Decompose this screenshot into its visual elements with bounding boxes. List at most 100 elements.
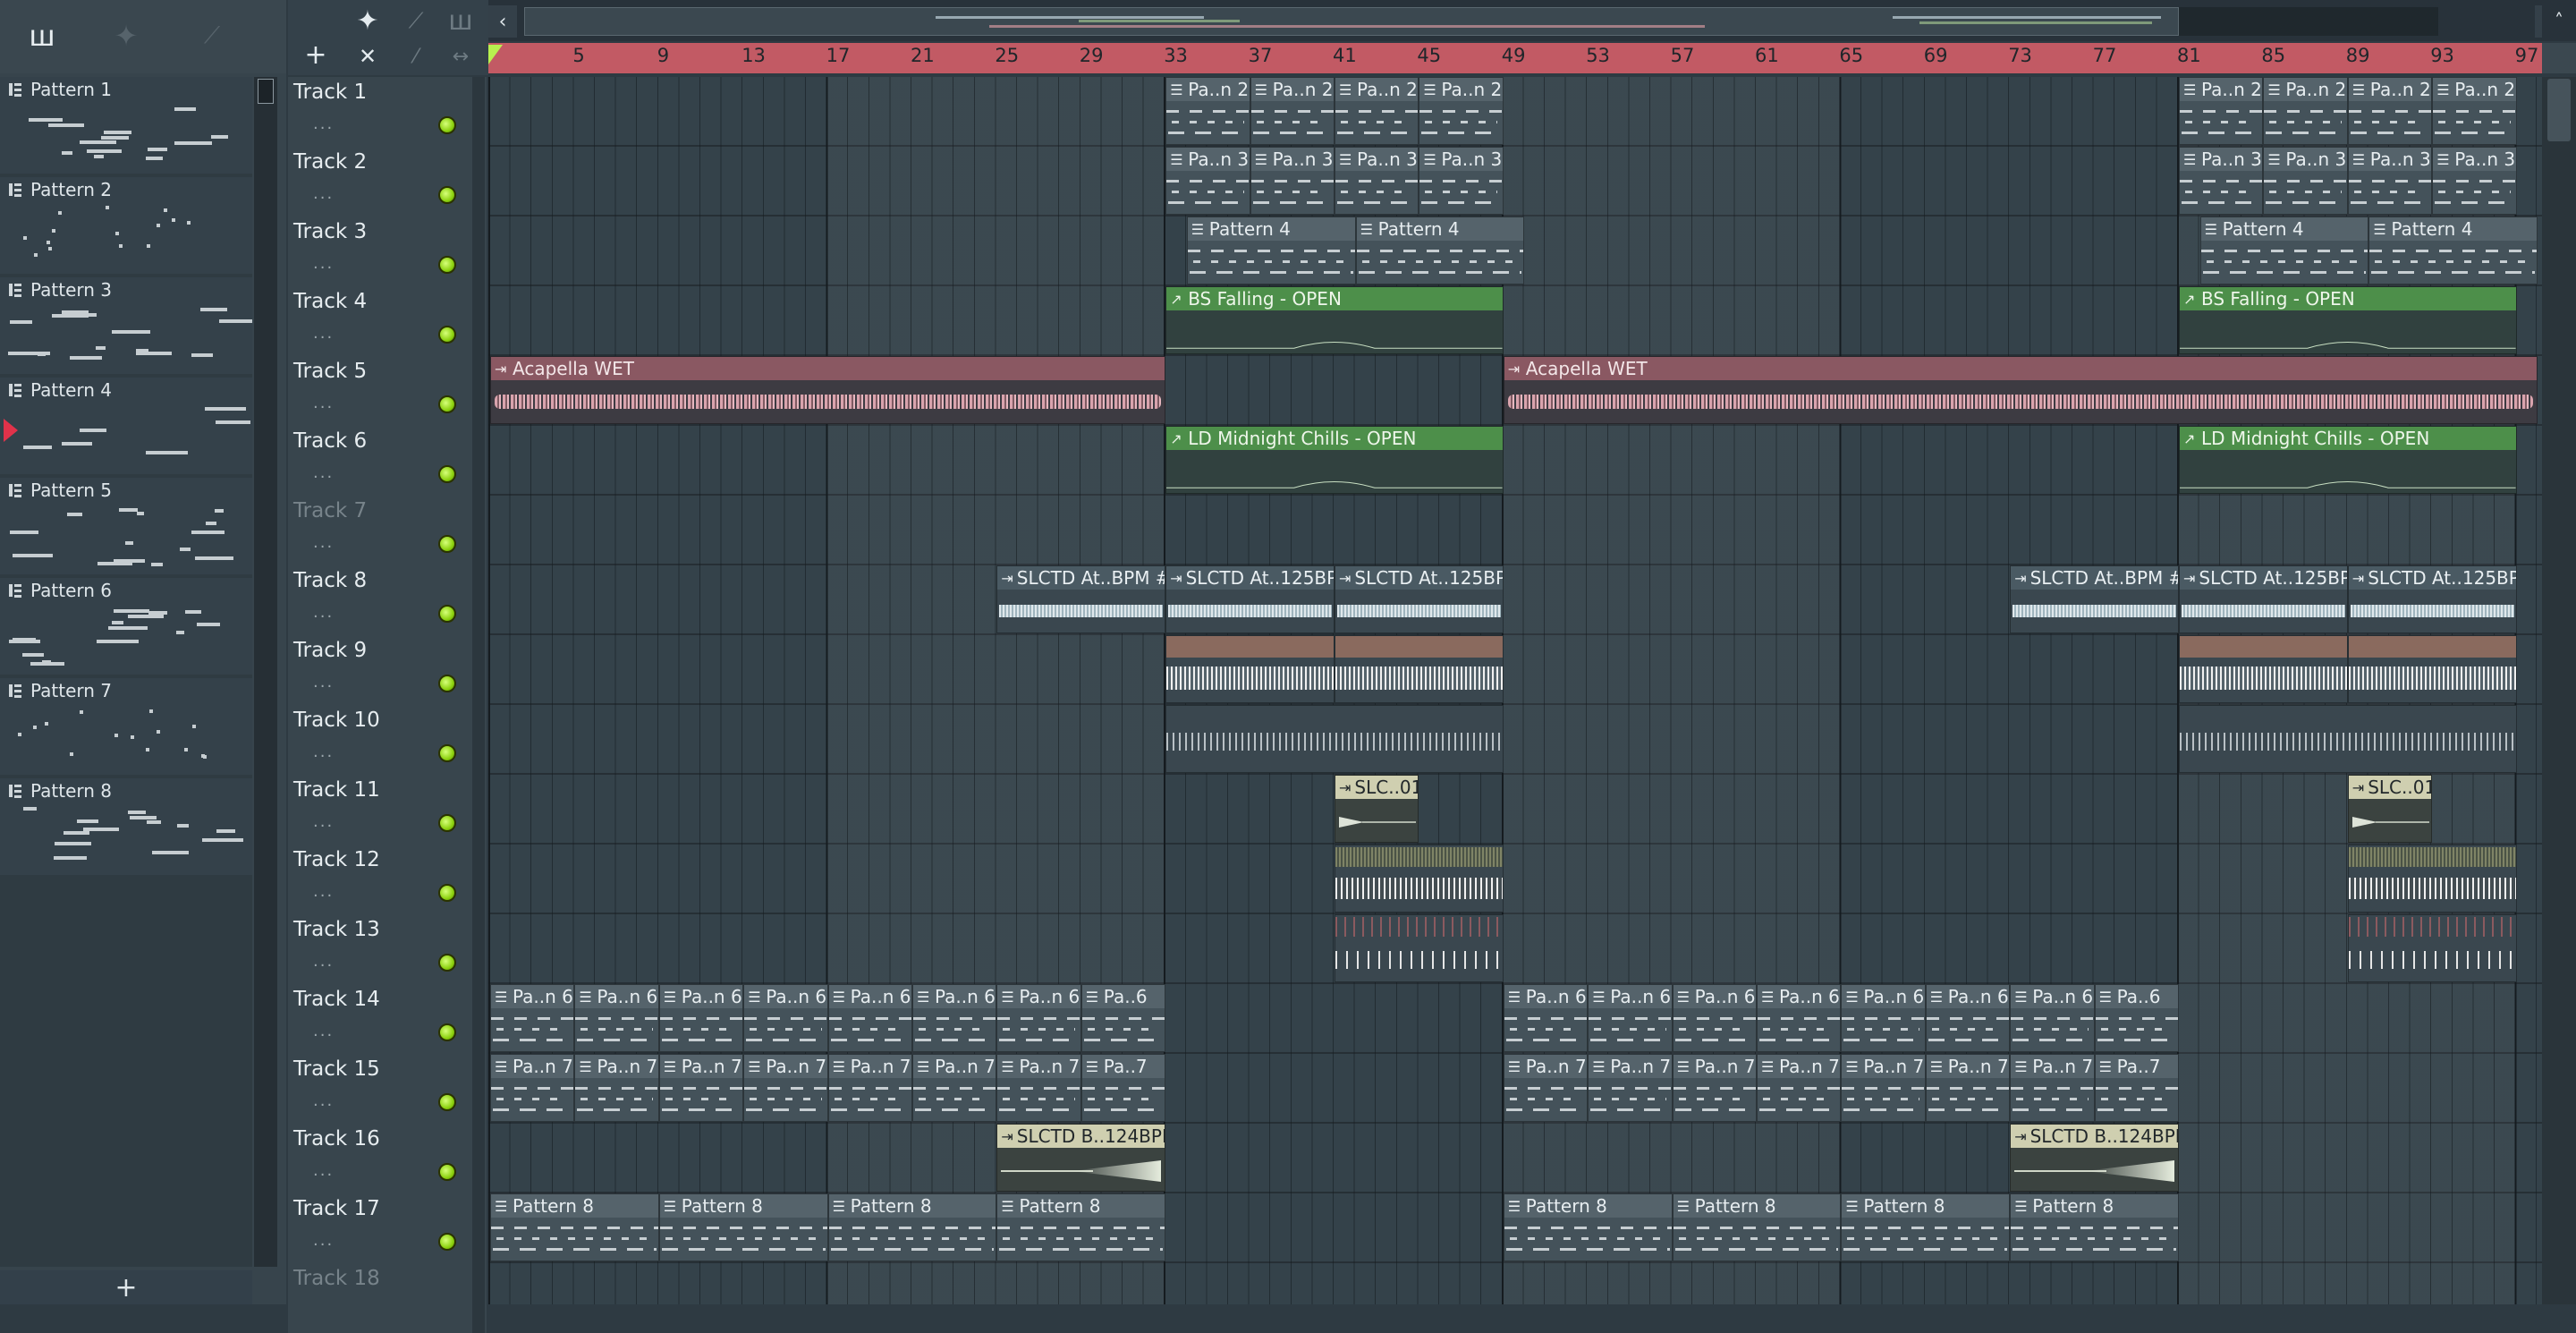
- track-mute-led-icon[interactable]: [438, 326, 456, 344]
- clip-header[interactable]: ☰ Pa..n 6: [2011, 985, 2094, 1008]
- audio-clip[interactable]: ⇥ Acapella WET: [1503, 356, 2538, 424]
- clip-header[interactable]: ☰ Pa..n 7: [575, 1055, 658, 1078]
- pattern-clip[interactable]: ☰ Pa..n 6: [1925, 984, 2011, 1052]
- pattern-clip[interactable]: ☰ Pa..n 2: [1165, 77, 1250, 145]
- clip-header[interactable]: ☰ Pa..n 6: [997, 985, 1080, 1008]
- pattern-clip[interactable]: ☰ Pa..n 7: [1588, 1054, 1673, 1122]
- clip-header[interactable]: ☰ Pattern 8: [2011, 1194, 2178, 1218]
- add-pattern-button[interactable]: +: [0, 1270, 252, 1304]
- clip-header[interactable]: ☰ Pa..n 7: [659, 1055, 743, 1078]
- pattern-clip[interactable]: ☰ Pattern 8: [1841, 1193, 2011, 1261]
- track-mute-led-icon[interactable]: [438, 744, 456, 762]
- track-resize-grip[interactable]: [472, 1054, 485, 1124]
- clip-header[interactable]: ☰ Pa..n 2: [1335, 78, 1419, 101]
- timeline-ruler[interactable]: 5 9 13 17 21 25 29 33 37 41 45 49 53 57 61 65 69 73 77 81 85…: [488, 43, 2542, 73]
- clip-header[interactable]: ⇥SLCTD At..125BPM: [2180, 566, 2347, 590]
- close-icon[interactable]: ✕: [347, 39, 388, 73]
- clip-header[interactable]: ☰ Pa..n 7: [1926, 1055, 2010, 1078]
- track-resize-grip[interactable]: [472, 565, 485, 635]
- clip-header[interactable]: ☰ Pattern 4: [1356, 217, 1524, 241]
- track-name[interactable]: Track 9: [293, 639, 367, 662]
- track-resize-grip[interactable]: [472, 1263, 485, 1333]
- clip-header[interactable]: ↗ BS Falling - OPEN: [1166, 287, 1503, 310]
- track-name[interactable]: Track 1: [293, 81, 367, 104]
- track-options[interactable]: ...: [313, 254, 334, 273]
- clip-header[interactable]: ⇥SLCTD At..125BPM: [1335, 566, 1503, 590]
- track-mute-led-icon[interactable]: [438, 1093, 456, 1111]
- clip-header[interactable]: ☰ Pa..n 6: [1758, 985, 1841, 1008]
- track-name[interactable]: Track 12: [293, 848, 380, 871]
- pattern-item[interactable]: Pattern 4: [0, 378, 252, 474]
- track-header[interactable]: Track 18: [288, 1263, 487, 1333]
- pattern-clip[interactable]: ☰ Pa..n 3: [1419, 147, 1504, 215]
- pattern-clip[interactable]: ☰ Pa..n 2: [1250, 77, 1335, 145]
- audio-clip[interactable]: [1335, 914, 1504, 982]
- clip-header[interactable]: ☰ Pattern 4: [1187, 217, 1355, 241]
- pattern-clip[interactable]: ☰ Pa..n 2: [2263, 77, 2348, 145]
- vertical-scroll-thumb[interactable]: [2547, 79, 2571, 141]
- picker-scroll-thumb[interactable]: [258, 79, 274, 104]
- pattern-clip[interactable]: ☰ Pa..n 7: [1841, 1054, 1926, 1122]
- track-mute-led-icon[interactable]: [438, 1233, 456, 1251]
- track-header[interactable]: Track 1...: [288, 77, 487, 147]
- pattern-clip[interactable]: ☰ Pa..6: [1080, 984, 1166, 1052]
- pattern-clip[interactable]: ☰ Pa..n 6: [574, 984, 659, 1052]
- track-name[interactable]: Track 11: [293, 778, 380, 802]
- track-resize-grip[interactable]: [472, 845, 485, 914]
- clip-header[interactable]: ⇥ SLC..01: [2348, 776, 2432, 799]
- pattern-clip[interactable]: ☰ Pa..n 7: [1757, 1054, 1842, 1122]
- pattern-clip[interactable]: ☰ Pattern 8: [1672, 1193, 1842, 1261]
- track-header[interactable]: Track 10...: [288, 705, 487, 775]
- track-options[interactable]: ...: [313, 1161, 334, 1180]
- pattern-clip[interactable]: ☰ Pa..n 7: [1503, 1054, 1589, 1122]
- audio-clip[interactable]: [2347, 635, 2517, 703]
- pattern-clip[interactable]: ☰ Pa..n 2: [2347, 77, 2433, 145]
- track-name[interactable]: Track 16: [293, 1127, 380, 1150]
- track-resize-grip[interactable]: [472, 775, 485, 845]
- waveform-icon[interactable]: ✦: [347, 4, 388, 38]
- pattern-clip[interactable]: ☰ Pattern 8: [2010, 1193, 2179, 1261]
- clip-header[interactable]: ⇥SLCTD At..BPM #2: [997, 566, 1165, 590]
- audio-clip[interactable]: [1165, 705, 1504, 773]
- pattern-clip[interactable]: ☰ Pa..n 7: [996, 1054, 1081, 1122]
- audio-clip[interactable]: ⇥SLCTD At..BPM #2: [2010, 565, 2179, 633]
- clip-header[interactable]: ☰ Pa..n 7: [1758, 1055, 1841, 1078]
- audio-clip[interactable]: [1335, 845, 1504, 913]
- clip-header[interactable]: ☰ Pa..n 6: [744, 985, 827, 1008]
- pattern-clip[interactable]: ☰ Pa..7: [2094, 1054, 2179, 1122]
- clip-header[interactable]: ☰ Pa..n 7: [1504, 1055, 1588, 1078]
- clip-header[interactable]: ☰ Pa..n 6: [828, 985, 911, 1008]
- audio-clip[interactable]: ⇥SLCTD At..125BPM: [1165, 565, 1335, 633]
- clip-header[interactable]: ☰ Pa..n 7: [2011, 1055, 2094, 1078]
- pattern-item[interactable]: Pattern 7: [0, 678, 252, 775]
- clip-header[interactable]: ☰ Pa..n 3: [1166, 148, 1250, 171]
- clip-header[interactable]: ☰ Pa..n 6: [1504, 985, 1588, 1008]
- audio-clip[interactable]: ⇥ SLCTD B..124BPM: [996, 1124, 1166, 1192]
- track-options[interactable]: ...: [313, 184, 334, 203]
- clip-header[interactable]: ↗ BS Falling - OPEN: [2180, 287, 2516, 310]
- pattern-clip[interactable]: ☰ Pa..n 6: [2010, 984, 2095, 1052]
- pattern-item[interactable]: Pattern 3: [0, 277, 252, 374]
- automation-icon[interactable]: ⟋: [395, 4, 436, 38]
- clip-header[interactable]: ☰ Pa..n 7: [828, 1055, 911, 1078]
- track-header[interactable]: Track 17...: [288, 1193, 487, 1263]
- track-name[interactable]: Track 10: [293, 709, 380, 732]
- song-position-marker-icon[interactable]: [488, 45, 503, 64]
- track-options[interactable]: ...: [313, 1231, 334, 1250]
- track-name[interactable]: Track 8: [293, 569, 367, 592]
- clip-header[interactable]: ☰ Pa..n 6: [491, 985, 574, 1008]
- track-resize-grip[interactable]: [472, 356, 485, 426]
- clip-header[interactable]: ☰ Pattern 8: [491, 1194, 658, 1218]
- pattern-clip[interactable]: ☰ Pa..n 6: [1757, 984, 1842, 1052]
- clip-header[interactable]: ☰ Pa..n 2: [2264, 78, 2347, 101]
- clip-header[interactable]: ☰ Pa..7: [2095, 1055, 2178, 1078]
- pattern-clip[interactable]: ☰ Pa..n 6: [1588, 984, 1673, 1052]
- track-mute-led-icon[interactable]: [438, 1023, 456, 1041]
- brush-icon[interactable]: ⁄: [395, 39, 436, 73]
- pattern-clip[interactable]: ☰ Pa..n 3: [2432, 147, 2517, 215]
- clip-header[interactable]: ☰ Pa..n 3: [2180, 148, 2263, 171]
- track-header[interactable]: Track 14...: [288, 984, 487, 1054]
- track-options[interactable]: ...: [313, 603, 334, 622]
- pattern-clip[interactable]: ☰ Pattern 8: [827, 1193, 997, 1261]
- clip-header[interactable]: ⇥ Acapella WET: [491, 357, 1165, 380]
